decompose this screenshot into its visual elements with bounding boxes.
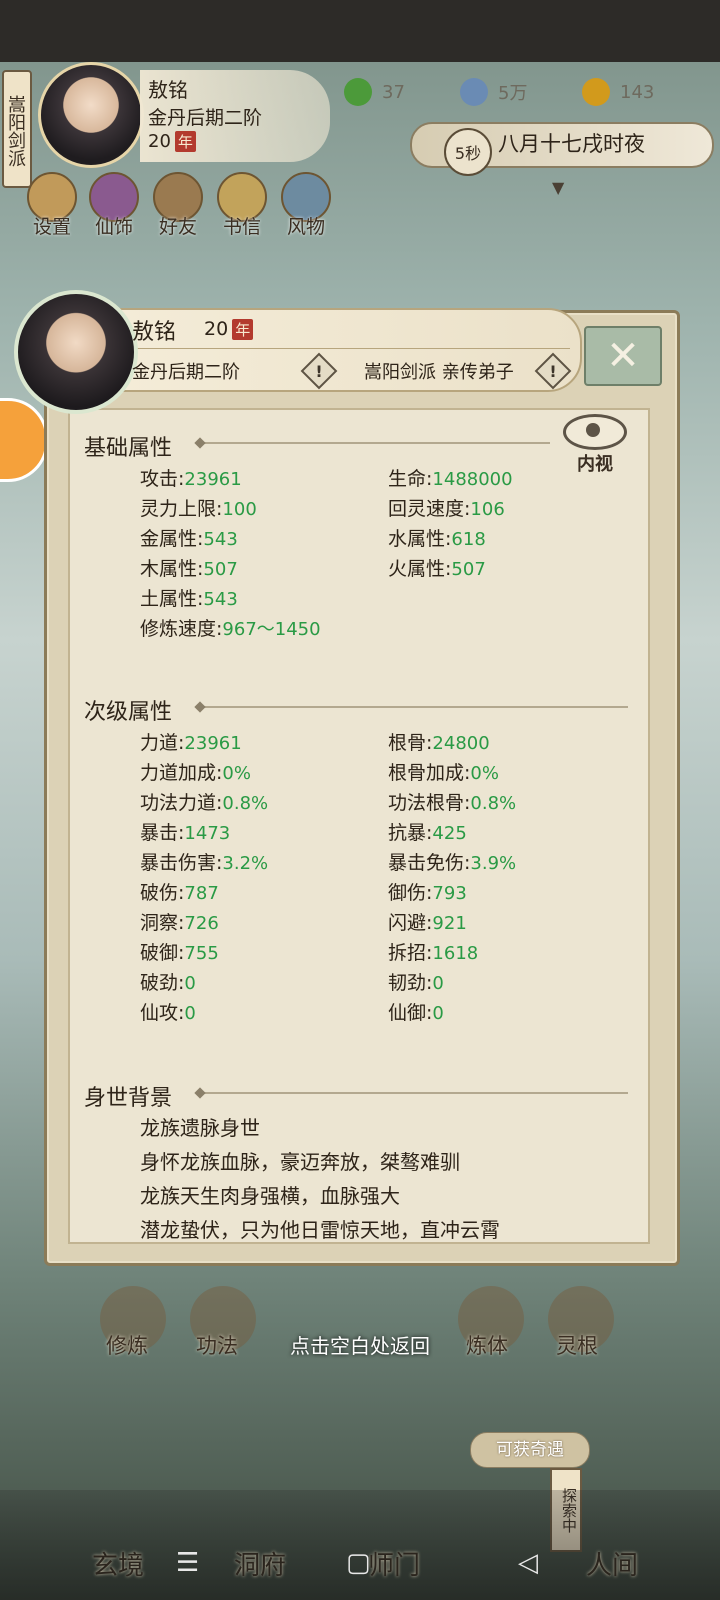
menu-spirit-root[interactable]: 灵根 bbox=[556, 1330, 598, 1360]
resource-gold[interactable]: 143 bbox=[582, 78, 654, 106]
attr-mana-regen: 回灵速度:106 bbox=[388, 498, 505, 520]
section-divider bbox=[200, 706, 628, 708]
attr-wood: 木属性:507 bbox=[140, 558, 238, 580]
menu-body-refine[interactable]: 炼体 bbox=[466, 1330, 508, 1360]
attr-armor-break: 破御:755 bbox=[140, 942, 219, 964]
background-line: 龙族遗脉身世 bbox=[140, 1116, 260, 1140]
game-date: 八月十七戌时夜 bbox=[498, 132, 645, 156]
attr-parry: 拆招:1618 bbox=[388, 942, 479, 964]
player-age: 20 年 bbox=[148, 131, 196, 152]
section-divider bbox=[200, 1092, 628, 1094]
attr-crit-damage-reduction: 暴击免伤:3.9% bbox=[388, 852, 517, 874]
attr-immortal-attack: 仙攻:0 bbox=[140, 1002, 196, 1024]
character-name: 敖铭 bbox=[132, 320, 177, 345]
attr-skill-constitution: 功法根骨:0.8% bbox=[388, 792, 517, 814]
gold-ingot-icon bbox=[582, 78, 610, 106]
menu-icon[interactable]: ☰ bbox=[176, 1548, 199, 1578]
coin-icon bbox=[460, 78, 488, 106]
character-portrait bbox=[14, 290, 138, 414]
attr-crit: 暴击:1473 bbox=[140, 822, 231, 844]
attr-earth: 土属性:543 bbox=[140, 588, 238, 610]
nav-xuanjing[interactable]: 玄境 bbox=[92, 1545, 144, 1582]
realm-info-icon[interactable]: ! bbox=[304, 356, 334, 386]
menu-friends[interactable]: 好友 bbox=[148, 172, 208, 239]
attr-strength: 力道:23961 bbox=[140, 732, 242, 754]
attr-strength-bonus: 力道加成:0% bbox=[140, 762, 251, 784]
attr-attack: 攻击:23961 bbox=[140, 468, 242, 490]
nav-renjian[interactable]: 人间 bbox=[586, 1545, 638, 1582]
resource-coin[interactable]: 5万 bbox=[460, 78, 527, 106]
back-icon[interactable]: ◁ bbox=[518, 1548, 538, 1578]
resource-leaf[interactable]: 37 bbox=[344, 78, 405, 106]
attr-fire: 火属性:507 bbox=[388, 558, 486, 580]
attr-penetration: 破劲:0 bbox=[140, 972, 196, 994]
character-realm: 金丹后期二阶 bbox=[132, 362, 240, 383]
header-divider bbox=[120, 348, 570, 349]
attr-cultivation-speed: 修炼速度:967～1450 bbox=[140, 618, 321, 640]
menu-accessories[interactable]: 仙饰 bbox=[84, 172, 144, 239]
sect-info-icon[interactable]: ! bbox=[538, 356, 568, 386]
eye-icon bbox=[563, 414, 627, 450]
attr-skill-strength: 功法力道:0.8% bbox=[140, 792, 269, 814]
menu-scenery[interactable]: 风物 bbox=[276, 172, 336, 239]
menu-cultivate[interactable]: 修炼 bbox=[106, 1330, 148, 1360]
nav-dongfu[interactable]: 洞府 bbox=[234, 1545, 286, 1582]
section-divider bbox=[200, 442, 550, 444]
attr-metal: 金属性:543 bbox=[140, 528, 238, 550]
side-menu-button[interactable] bbox=[0, 398, 48, 482]
attr-wound-defense: 御伤:793 bbox=[388, 882, 467, 904]
home-icon[interactable]: ▢ bbox=[346, 1548, 371, 1578]
tap-blank-hint: 点击空白处返回 bbox=[290, 1334, 430, 1358]
attr-insight: 洞察:726 bbox=[140, 912, 219, 934]
attr-wound: 破伤:787 bbox=[140, 882, 219, 904]
background-line: 潜龙蛰伏，只为他日雷惊天地，直冲云霄 bbox=[140, 1218, 500, 1242]
attr-constitution-bonus: 根骨加成:0% bbox=[388, 762, 499, 784]
attr-crit-damage: 暴击伤害:3.2% bbox=[140, 852, 269, 874]
background-line: 龙族天生肉身强横，血脉强大 bbox=[140, 1184, 400, 1208]
character-age: 20 年 bbox=[204, 318, 254, 340]
countdown-timer: 5秒 bbox=[444, 128, 492, 176]
attr-mana-max: 灵力上限:100 bbox=[140, 498, 257, 520]
menu-settings[interactable]: 设置 bbox=[22, 172, 82, 239]
menu-letters[interactable]: 书信 bbox=[212, 172, 272, 239]
attr-hp: 生命:1488000 bbox=[388, 468, 513, 490]
attr-toughness: 韧劲:0 bbox=[388, 972, 444, 994]
basic-attributes-title: 基础属性 bbox=[84, 436, 173, 461]
nav-shimen[interactable]: 师门 bbox=[368, 1545, 420, 1582]
inner-view-button[interactable]: 内视 bbox=[562, 414, 628, 475]
player-realm: 金丹后期二阶 bbox=[148, 107, 263, 129]
chevron-down-icon[interactable]: ▼ bbox=[552, 178, 564, 197]
attr-crit-resist: 抗暴:425 bbox=[388, 822, 467, 844]
secondary-attributes-title: 次级属性 bbox=[84, 700, 173, 725]
close-icon[interactable]: ✕ bbox=[584, 326, 662, 386]
status-bar bbox=[0, 0, 720, 62]
player-avatar[interactable] bbox=[38, 62, 144, 168]
attr-immortal-defense: 仙御:0 bbox=[388, 1002, 444, 1024]
attr-constitution: 根骨:24800 bbox=[388, 732, 490, 754]
sect-badge[interactable]: 嵩阳剑派 bbox=[2, 70, 32, 188]
menu-skills[interactable]: 功法 bbox=[196, 1330, 238, 1360]
player-name: 敖铭 bbox=[148, 78, 188, 102]
opportunity-button[interactable]: 可获奇遇 bbox=[470, 1432, 590, 1468]
character-sect: 嵩阳剑派 亲传弟子 bbox=[364, 362, 514, 383]
background-line: 身怀龙族血脉，豪迈奔放，桀骜难驯 bbox=[140, 1150, 460, 1174]
attr-water: 水属性:618 bbox=[388, 528, 486, 550]
leaf-currency-icon bbox=[344, 78, 372, 106]
attr-dodge: 闪避:921 bbox=[388, 912, 467, 934]
background-title: 身世背景 bbox=[84, 1086, 173, 1111]
